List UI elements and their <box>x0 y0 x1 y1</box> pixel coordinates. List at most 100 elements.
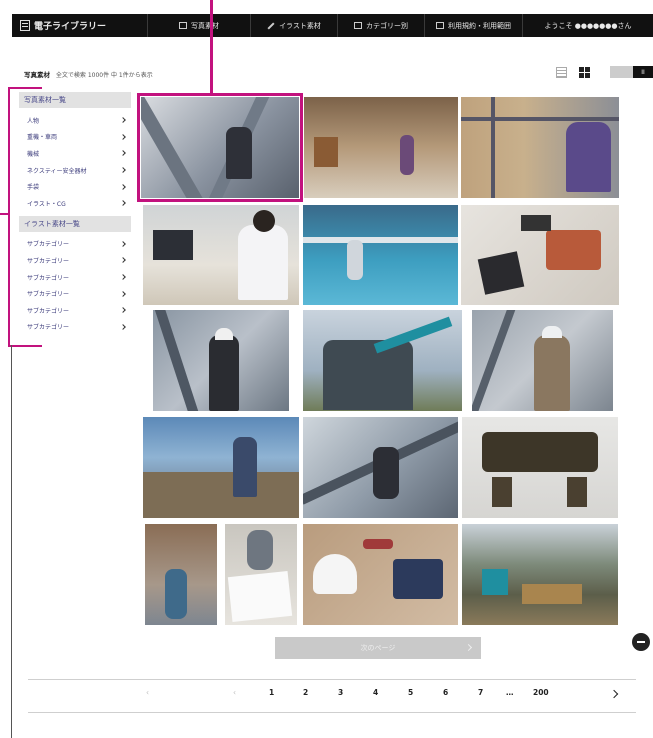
next-page-label: 次のページ <box>360 644 396 652</box>
chevron-right-icon <box>120 241 126 247</box>
chevron-right-icon <box>464 643 473 652</box>
sidebar-item-illust-cg[interactable]: イラスト・CG <box>19 195 131 212</box>
sidebar-item-gloves[interactable]: 手袋 <box>19 178 131 195</box>
selected-photo-highlight <box>137 93 303 202</box>
brand-link[interactable]: 電子ライブラリー <box>12 14 148 37</box>
illust-category-list: サブカテゴリー サブカテゴリー サブカテゴリー サブカテゴリー サブカテゴリー … <box>19 232 131 340</box>
next-page-button[interactable]: 次のページ <box>275 637 481 659</box>
document-icon <box>436 22 444 29</box>
sidebar-item-label: サブカテゴリー <box>27 324 70 332</box>
photo-thumbnail-mountain-site[interactable] <box>462 524 618 625</box>
pagination-first[interactable]: ‹ <box>146 688 149 697</box>
nav-label: イラスト素材 <box>279 21 321 30</box>
chevron-right-icon[interactable] <box>609 689 619 699</box>
illust-category-heading: イラスト素材一覧 <box>19 215 131 232</box>
sidebar-item-heavy-machinery[interactable]: 重機・車両 <box>19 129 131 146</box>
view-toggle[interactable]: II <box>610 66 653 78</box>
top-navigation: 電子ライブラリー 写真素材 イラスト素材 カテゴリー別 利用規約・利用範囲 よう… <box>12 14 653 37</box>
photo-thumbnail-worker-carrying[interactable] <box>304 97 458 198</box>
nav-photo-materials[interactable]: 写真素材 <box>148 14 251 37</box>
pagination-prev[interactable]: ‹ <box>233 688 236 697</box>
sidebar-item-label: イラスト・CG <box>27 200 66 208</box>
nav-terms[interactable]: 利用規約・利用範囲 <box>425 14 523 37</box>
sidebar-item-subcategory[interactable]: サブカテゴリー <box>19 302 131 319</box>
photo-category-list: 人物 重機・車両 機械 ネクスティー安全器材 手袋 イラスト・CG <box>19 108 131 216</box>
grid-view-icon[interactable] <box>579 67 590 78</box>
scroll-top-button[interactable] <box>632 633 650 651</box>
sidebar-item-subcategory[interactable]: サブカテゴリー <box>19 269 131 286</box>
photo-thumbnail-steel-structure[interactable] <box>303 417 458 518</box>
brand-name: 電子ライブラリー <box>34 22 107 32</box>
photo-thumbnail-office-worker[interactable] <box>143 205 299 305</box>
result-label: 写真素材 <box>24 71 50 79</box>
photo-thumbnail-excavator[interactable] <box>303 310 462 411</box>
pagination-page[interactable]: 6 <box>443 688 448 697</box>
annotation-line-top <box>210 0 213 93</box>
photo-thumbnail-worker-harness[interactable] <box>472 310 613 411</box>
sidebar-item-label: 機械 <box>27 150 40 158</box>
chevron-right-icon <box>120 290 126 297</box>
chevron-right-icon <box>120 183 126 190</box>
photo-thumbnail-worker-frame[interactable] <box>153 310 289 411</box>
annotation-line-sidebar <box>8 345 42 347</box>
photo-thumbnail-worker-ladder[interactable] <box>145 524 217 625</box>
nav-category[interactable]: カテゴリー別 <box>338 14 425 37</box>
nav-label: 利用規約・利用範囲 <box>448 21 511 30</box>
result-count: 全文で検索 1000件 中 1件から表示 <box>55 72 153 79</box>
photo-thumbnail-helmet-tools[interactable] <box>303 524 458 625</box>
sidebar-item-label: 手袋 <box>27 184 40 192</box>
camera-icon <box>179 22 187 29</box>
chevron-right-icon <box>120 257 126 264</box>
pagination-page[interactable]: 3 <box>338 688 343 697</box>
chevron-right-icon <box>120 323 126 330</box>
annotation-line-sidebar <box>8 87 10 347</box>
pagination-last-page[interactable]: 200 <box>533 688 549 697</box>
library-icon <box>20 20 30 31</box>
pen-icon <box>267 21 275 30</box>
chevron-right-icon <box>120 117 126 124</box>
pagination-top-divider <box>28 679 636 680</box>
photo-thumbnail-pool-worker[interactable] <box>303 205 458 305</box>
category-sidebar: 写真素材一覧 人物 重機・車両 機械 ネクスティー安全器材 手袋 イラスト・CG… <box>19 92 131 339</box>
sidebar-item-subcategory[interactable]: サブカテゴリー <box>19 285 131 302</box>
pagination-page[interactable]: 7 <box>478 688 483 697</box>
sidebar-item-label: サブカテゴリー <box>27 274 70 282</box>
sidebar-item-label: ネクスティー安全器材 <box>27 167 87 175</box>
sidebar-item-label: サブカテゴリー <box>27 257 70 265</box>
sidebar-item-subcategory[interactable]: サブカテゴリー <box>19 319 131 336</box>
nav-user-menu[interactable]: ようこそ ●●●●●●●さん <box>523 14 653 37</box>
photo-thumbnail-worker-drawing[interactable] <box>225 524 297 625</box>
pagination-page[interactable]: 2 <box>303 688 308 697</box>
result-summary: 写真素材 全文で検索 1000件 中 1件から表示 <box>24 69 153 79</box>
toggle-knob: II <box>633 66 653 78</box>
pagination: ‹ ‹ 1 2 3 4 5 6 7 … 200 <box>28 682 636 710</box>
chevron-right-icon <box>120 134 126 140</box>
pagination-page[interactable]: 4 <box>373 688 378 697</box>
pagination-page[interactable]: 1 <box>269 688 274 697</box>
nav-label: カテゴリー別 <box>366 21 408 30</box>
list-view-icon[interactable] <box>556 67 567 78</box>
chevron-right-icon <box>120 274 126 280</box>
nav-illustration-materials[interactable]: イラスト素材 <box>251 14 338 37</box>
sidebar-item-subcategory[interactable]: サブカテゴリー <box>19 252 131 269</box>
photo-thumbnail-worker-facade[interactable] <box>461 97 619 198</box>
chevron-right-icon <box>120 167 126 173</box>
pagination-page[interactable]: 5 <box>408 688 413 697</box>
pagination-bottom-divider <box>28 712 636 713</box>
user-greeting: ようこそ ●●●●●●●さん <box>544 21 632 30</box>
sidebar-item-machine[interactable]: 機械 <box>19 145 131 162</box>
photo-thumbnail-safety-harness[interactable] <box>462 417 618 518</box>
chevron-right-icon <box>120 200 126 207</box>
nav-label: 写真素材 <box>191 21 219 30</box>
sidebar-item-person[interactable]: 人物 <box>19 112 131 129</box>
chevron-right-icon <box>120 150 126 157</box>
photo-thumbnail-rooftop-worker[interactable] <box>143 417 299 518</box>
category-icon <box>354 22 362 29</box>
photo-category-heading: 写真素材一覧 <box>19 92 131 108</box>
chevron-right-icon <box>120 307 126 314</box>
sidebar-item-subcategory[interactable]: サブカテゴリー <box>19 236 131 253</box>
photo-thumbnail-tools-measuring[interactable] <box>461 205 619 305</box>
sidebar-item-safety-equipment[interactable]: ネクスティー安全器材 <box>19 162 131 179</box>
annotation-line-sidebar <box>8 87 42 89</box>
annotation-guide <box>11 345 12 738</box>
